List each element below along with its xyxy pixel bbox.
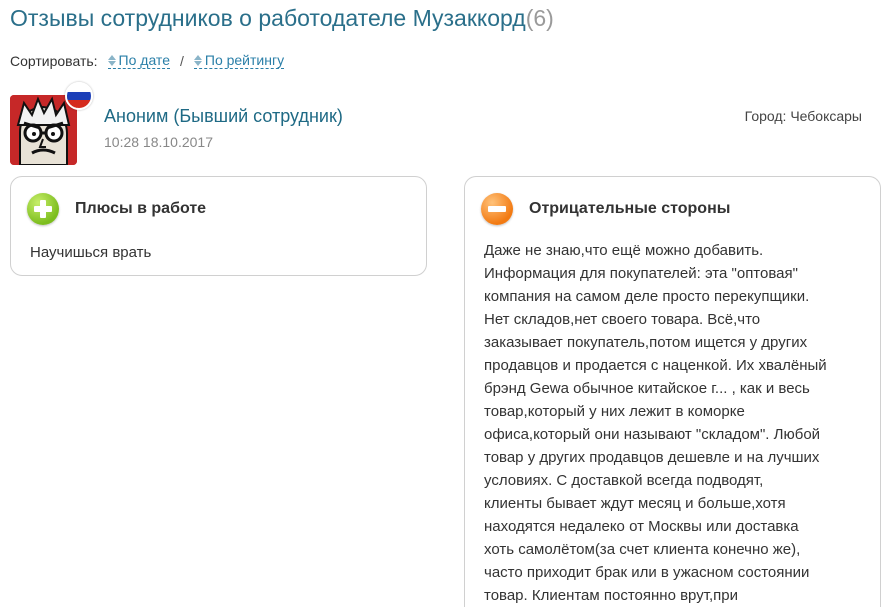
cons-text-line: товар. Клиентам постоянно врут,при xyxy=(484,587,738,604)
review-city: Город: Чебоксары xyxy=(744,108,862,124)
cons-text: Даже не знаю,что ещё можно добавить. Инф… xyxy=(484,239,874,607)
sort-label: Сортировать: xyxy=(10,52,98,69)
plus-circle-icon xyxy=(27,193,59,225)
minus-circle-icon xyxy=(481,193,513,225)
pros-text: Научишься врать xyxy=(30,244,152,261)
cons-text-line: брэнд Gewa обычное китайское г... , как … xyxy=(484,380,810,397)
cons-card: Отрицательные стороны Даже не знаю,что е… xyxy=(464,176,881,607)
review-count: (6) xyxy=(525,5,554,31)
cons-header: Отрицательные стороны xyxy=(481,193,730,225)
cons-text-line: условиях. С доставкой всегда подводят, xyxy=(484,472,764,489)
sort-arrows-icon xyxy=(107,54,116,66)
cons-text-line: клиенты бывает ждут месяц и больше,хотя xyxy=(484,495,786,512)
review-date: 10:28 18.10.2017 xyxy=(104,134,213,150)
sort-by-date-label: По дате xyxy=(118,52,170,68)
page-title-text: Отзывы сотрудников о работодателе Музакк… xyxy=(10,5,526,31)
cons-text-line: товар у других продавцов дешевле и на лу… xyxy=(484,449,820,466)
cons-title: Отрицательные стороны xyxy=(529,200,731,217)
cons-text-line: хоть самолётом(за счет клиента конечно ж… xyxy=(484,541,801,558)
cons-text-line: офиса,который они называют "складом". Лю… xyxy=(484,426,821,443)
pros-title: Плюсы в работе xyxy=(75,200,207,217)
sort-by-date-link[interactable]: По дате xyxy=(107,52,170,69)
cons-text-line: товар,который у них лежит в коморке xyxy=(484,403,745,420)
cons-text-line: Даже не знаю,что ещё можно добавить. xyxy=(484,242,764,259)
pros-header: Плюсы в работе xyxy=(27,193,206,225)
sort-bar: Сортировать: По дате / По рейтингу xyxy=(10,52,285,69)
cons-text-line: продавцов и продается с наценкой. Их хва… xyxy=(484,357,827,374)
sort-by-rating-link[interactable]: По рейтингу xyxy=(193,52,285,69)
cons-text-line: компания на самом деле просто перекупщик… xyxy=(484,288,810,305)
page-title: Отзывы сотрудников о работодателе Музакк… xyxy=(10,5,554,32)
cons-text-line: находятся недалеко от Москвы или доставк… xyxy=(484,518,799,535)
cons-text-line: часто приходит брак или в ужасном состоя… xyxy=(484,564,810,581)
flag-stripe xyxy=(67,84,91,92)
pros-card: Плюсы в работе Научишься врать xyxy=(10,176,427,276)
flag-stripe xyxy=(67,92,91,100)
sort-separator: / xyxy=(179,52,184,69)
cons-text-line: Информация для покупателей: эта "оптовая… xyxy=(484,265,798,282)
sort-arrows-icon xyxy=(193,54,202,66)
russia-flag-icon xyxy=(65,82,93,110)
flag-stripe xyxy=(67,100,91,108)
avatar xyxy=(10,95,77,165)
cons-text-line: Нет складов,нет своего товара. Всё,что xyxy=(484,311,761,328)
author-name[interactable]: Аноним (Бывший сотрудник) xyxy=(104,106,343,127)
cons-text-line: заказывает покупатель,потом ищется у дру… xyxy=(484,334,808,351)
sort-by-rating-label: По рейтингу xyxy=(204,52,285,68)
